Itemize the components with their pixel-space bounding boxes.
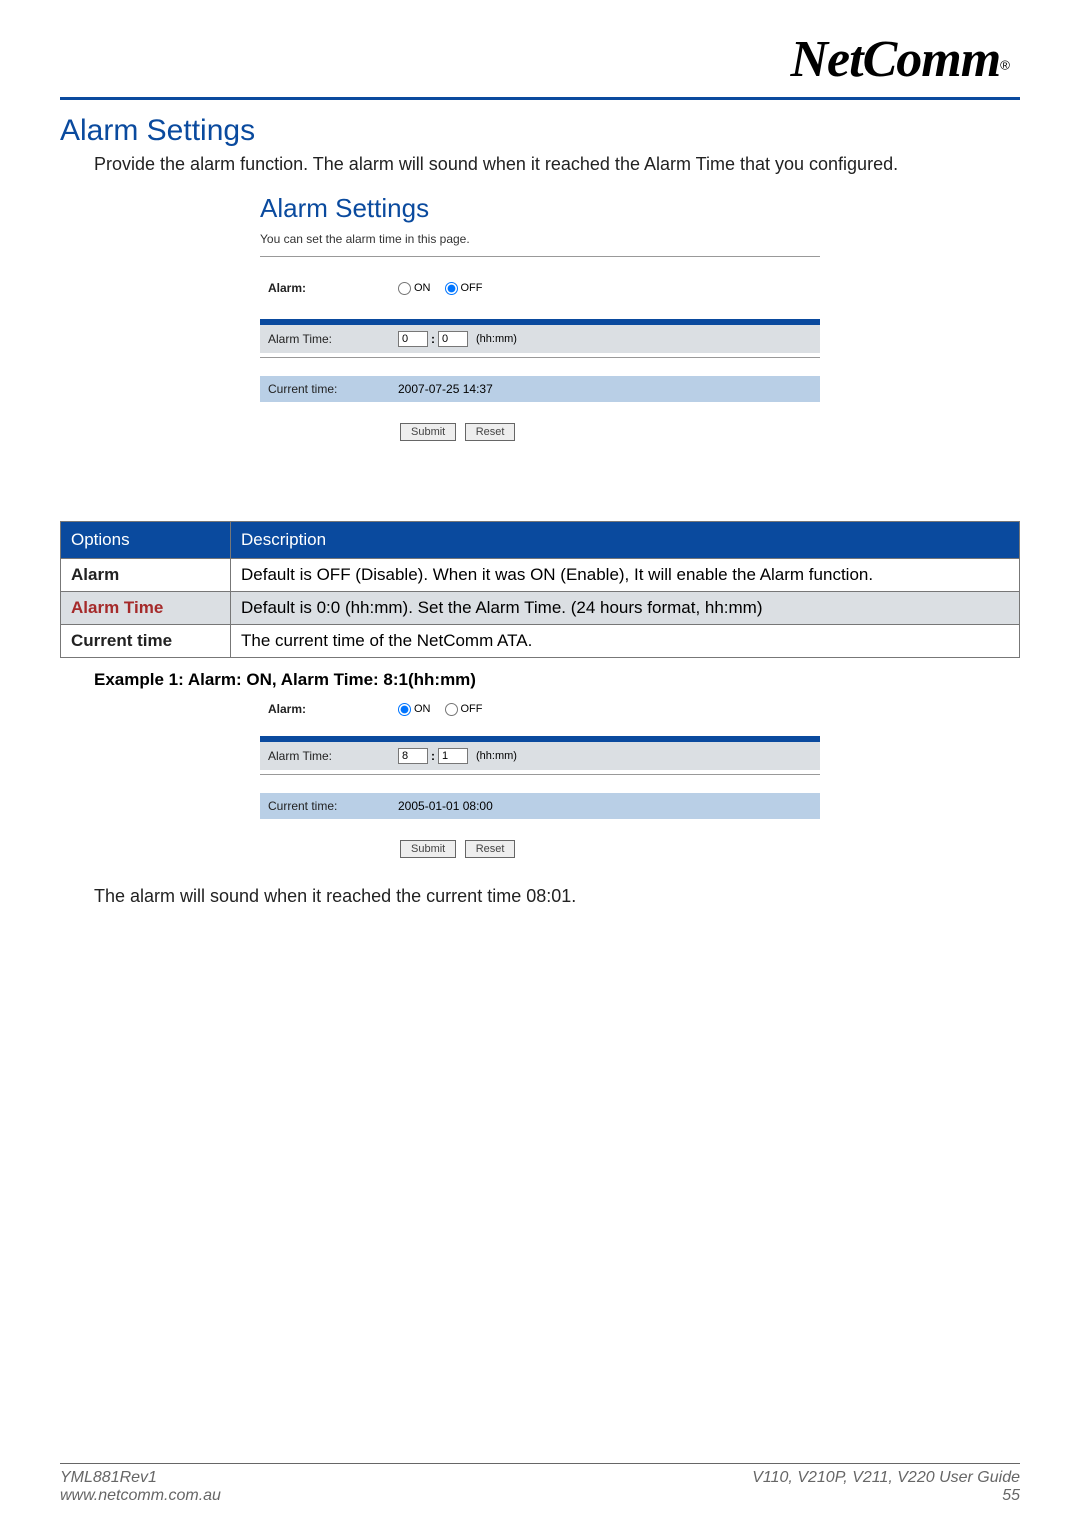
alarm-label: Alarm: xyxy=(268,281,398,295)
hhmm-hint: (hh:mm) xyxy=(476,333,517,345)
options-table: Options Description Alarm Default is OFF… xyxy=(60,521,1020,658)
example-panel: Alarm: ON OFF Alarm Time: : (hh:mm) Curr… xyxy=(260,696,820,868)
header-rule xyxy=(60,97,1020,100)
example-hhmm-hint: (hh:mm) xyxy=(476,750,517,762)
alarm-on-radio[interactable] xyxy=(398,282,411,295)
page-title: Alarm Settings xyxy=(60,114,1020,148)
example-minute-input[interactable] xyxy=(438,748,468,764)
table-row: Alarm Time Default is 0:0 (hh:mm). Set t… xyxy=(61,592,1020,625)
alarm-minute-input[interactable] xyxy=(438,331,468,347)
example-result: The alarm will sound when it reached the… xyxy=(94,886,1020,907)
current-time-label: Current time: xyxy=(268,382,398,396)
example-alarm-label: Alarm: xyxy=(268,702,398,716)
alarm-off-radio[interactable] xyxy=(445,282,458,295)
alarm-time-label: Alarm Time: xyxy=(268,332,398,346)
alarm-off-option[interactable]: OFF xyxy=(445,282,483,295)
example-alarm-on-option[interactable]: ON xyxy=(398,703,431,716)
example-time-colon: : xyxy=(431,749,435,763)
alarm-hour-input[interactable] xyxy=(398,331,428,347)
footer-url: www.netcomm.com.au xyxy=(60,1487,221,1505)
example-alarm-off-option[interactable]: OFF xyxy=(445,703,483,716)
example-submit-button[interactable]: Submit xyxy=(400,840,456,858)
alarm-settings-panel: Alarm Settings You can set the alarm tim… xyxy=(260,193,820,451)
brand-text: NetComm xyxy=(791,30,1001,89)
example-current-time-label: Current time: xyxy=(268,799,398,813)
panel-subtitle: You can set the alarm time in this page. xyxy=(260,232,820,246)
alarm-row: Alarm: ON OFF xyxy=(260,275,820,301)
example-current-time-value: 2005-01-01 08:00 xyxy=(398,799,493,813)
example-current-time-row: Current time: 2005-01-01 08:00 xyxy=(260,793,820,819)
footer-guide-name: V110, V210P, V211, V220 User Guide xyxy=(752,1469,1020,1487)
submit-button[interactable]: Submit xyxy=(400,423,456,441)
example-alarm-time-label: Alarm Time: xyxy=(268,749,398,763)
current-time-value: 2007-07-25 14:37 xyxy=(398,382,493,396)
header-logo: NetComm® xyxy=(60,20,1020,89)
alarm-on-option[interactable]: ON xyxy=(398,282,431,295)
footer-page-number: 55 xyxy=(752,1487,1020,1505)
example-alarm-time-row: Alarm Time: : (hh:mm) xyxy=(260,742,820,770)
description-header: Description xyxy=(231,522,1020,559)
reset-button[interactable]: Reset xyxy=(465,423,516,441)
page-footer: YML881Rev1 www.netcomm.com.au V110, V210… xyxy=(60,1463,1020,1505)
table-row: Current time The current time of the Net… xyxy=(61,625,1020,658)
footer-doc-id: YML881Rev1 xyxy=(60,1469,221,1487)
current-time-row: Current time: 2007-07-25 14:37 xyxy=(260,376,820,402)
options-header: Options xyxy=(61,522,231,559)
alarm-time-row: Alarm Time: : (hh:mm) xyxy=(260,325,820,353)
registered-mark: ® xyxy=(1000,58,1010,73)
example-alarm-row: Alarm: ON OFF xyxy=(260,696,820,722)
example-alarm-off-radio[interactable] xyxy=(445,703,458,716)
panel-title: Alarm Settings xyxy=(260,193,820,224)
intro-text: Provide the alarm function. The alarm wi… xyxy=(94,154,1020,175)
example-hour-input[interactable] xyxy=(398,748,428,764)
example-alarm-on-radio[interactable] xyxy=(398,703,411,716)
example-title: Example 1: Alarm: ON, Alarm Time: 8:1(hh… xyxy=(94,670,1020,690)
table-row: Alarm Default is OFF (Disable). When it … xyxy=(61,559,1020,592)
time-colon: : xyxy=(431,332,435,346)
example-reset-button[interactable]: Reset xyxy=(465,840,516,858)
